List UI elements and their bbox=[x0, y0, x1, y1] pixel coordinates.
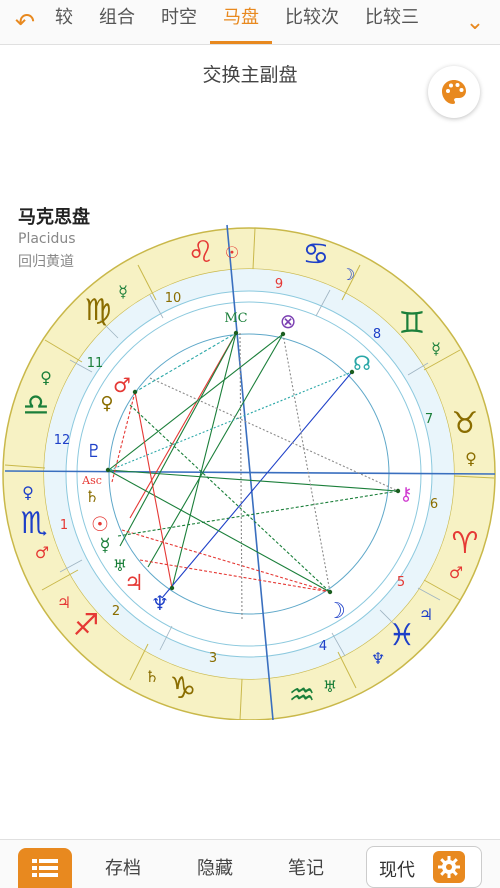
mc-label: MC bbox=[224, 311, 247, 326]
capricorn-sign-icon: ♑ bbox=[170, 671, 197, 706]
mars-ruler-icon-2: ♂ bbox=[35, 543, 49, 562]
house-number-7: 7 bbox=[425, 412, 433, 427]
pluto-planet-icon: ♇ bbox=[86, 441, 102, 462]
uranus-ruler-icon: ♅ bbox=[323, 677, 337, 696]
jupiter-ruler-icon-2: ♃ bbox=[57, 593, 71, 612]
tab-marks-chart[interactable]: 马盘 bbox=[210, 0, 272, 44]
top-tab-bar: ↶ 较 组合 时空 马盘 比较次 比较三 ⌄ bbox=[0, 0, 500, 45]
venus-planet-icon: ♀ bbox=[100, 393, 113, 414]
moon-planet-icon: ☽ bbox=[326, 599, 346, 624]
tab-list: 较 组合 时空 马盘 比较次 比较三 bbox=[50, 0, 450, 44]
leo-sign-icon: ♌ bbox=[188, 235, 215, 270]
sun-planet-icon: ☉ bbox=[91, 512, 109, 536]
undo-arrow-icon[interactable]: ↶ bbox=[0, 0, 50, 44]
neptune-ruler-icon: ♆ bbox=[371, 649, 385, 668]
north-node-icon: ☊ bbox=[353, 351, 371, 375]
swap-charts-button[interactable]: 交换主副盘 bbox=[0, 60, 500, 87]
modern-mode-button[interactable]: 现代 bbox=[379, 856, 415, 882]
mars-planet-icon: ♂ bbox=[113, 373, 131, 397]
house-number-2: 2 bbox=[112, 604, 120, 619]
house-number-1: 1 bbox=[60, 518, 68, 533]
libra-sign-icon: ♎ bbox=[23, 388, 50, 423]
bottom-toolbar: 存档 隐藏 笔记 现代 bbox=[0, 839, 500, 888]
modern-mode-group: 现代 bbox=[366, 846, 482, 888]
gemini-sign-icon: ♊ bbox=[399, 306, 426, 341]
saturn-planet-icon: ♄ bbox=[85, 487, 99, 506]
mercury-ruler-icon-2: ☿ bbox=[118, 282, 128, 301]
chiron-planet-icon: ⚷ bbox=[399, 484, 412, 505]
pisces-sign-icon: ♓ bbox=[389, 618, 416, 653]
neptune-planet-icon: ♆ bbox=[151, 591, 169, 615]
settings-button[interactable] bbox=[433, 851, 465, 883]
sun-ruler-icon: ☉ bbox=[225, 243, 239, 262]
chevron-down-icon[interactable]: ⌄ bbox=[450, 0, 500, 44]
mars-ruler-icon: ♂ bbox=[449, 563, 463, 582]
house-number-9: 9 bbox=[275, 277, 283, 292]
jupiter-ruler-icon: ♃ bbox=[419, 605, 433, 624]
list-menu-icon bbox=[32, 859, 58, 877]
palette-button[interactable] bbox=[428, 66, 480, 118]
tab-compare-tertiary[interactable]: 比较三 bbox=[352, 0, 432, 44]
house-number-4: 4 bbox=[319, 639, 327, 654]
palette-icon bbox=[442, 80, 466, 104]
asc-label: Asc bbox=[81, 474, 102, 487]
mercury-planet-icon: ☿ bbox=[99, 535, 110, 556]
jupiter-planet-icon: ♃ bbox=[124, 571, 144, 596]
virgo-sign-icon: ♍ bbox=[85, 293, 112, 328]
astrology-wheel[interactable]: ♌ ♋ ♊ ♉ ♈ ♓ ♒ ♑ ♐ ♏ ♎ ♍ ☉ ☽ ☿ ♀ ♂ ♃ ♆ ♅ … bbox=[0, 220, 500, 720]
sagittarius-sign-icon: ♐ bbox=[73, 608, 100, 643]
mercury-ruler-icon: ☿ bbox=[431, 339, 441, 358]
tab-time-space[interactable]: 时空 bbox=[148, 0, 210, 44]
house-number-5: 5 bbox=[397, 575, 405, 590]
house-number-8: 8 bbox=[373, 327, 381, 342]
gear-icon bbox=[438, 856, 460, 878]
house-number-10: 10 bbox=[165, 291, 182, 306]
pluto-ruler-icon: ♀ bbox=[22, 483, 34, 502]
save-button[interactable]: 存档 bbox=[105, 854, 141, 880]
moon-ruler-icon: ☽ bbox=[341, 265, 355, 284]
hide-button[interactable]: 隐藏 bbox=[197, 854, 233, 880]
scorpio-sign-icon: ♏ bbox=[21, 506, 48, 541]
aries-sign-icon: ♈ bbox=[452, 526, 479, 561]
house-number-11: 11 bbox=[87, 356, 104, 371]
notes-button[interactable]: 笔记 bbox=[288, 854, 324, 880]
venus-ruler-icon-2: ♀ bbox=[40, 368, 52, 387]
tab-compare-secondary[interactable]: 比较次 bbox=[272, 0, 352, 44]
house-number-12: 12 bbox=[54, 433, 71, 448]
cancer-sign-icon: ♋ bbox=[303, 237, 330, 272]
aquarius-sign-icon: ♒ bbox=[289, 678, 316, 713]
house-number-6: 6 bbox=[430, 497, 438, 512]
tab-compare-partial[interactable]: 较 bbox=[50, 0, 86, 44]
taurus-sign-icon: ♉ bbox=[452, 406, 479, 441]
menu-button[interactable] bbox=[18, 848, 72, 888]
part-of-fortune-icon: ⊗ bbox=[280, 309, 297, 333]
house-number-3: 3 bbox=[209, 651, 217, 666]
saturn-ruler-icon: ♄ bbox=[145, 667, 159, 686]
venus-ruler-icon: ♀ bbox=[465, 449, 477, 468]
tab-composite[interactable]: 组合 bbox=[86, 0, 148, 44]
